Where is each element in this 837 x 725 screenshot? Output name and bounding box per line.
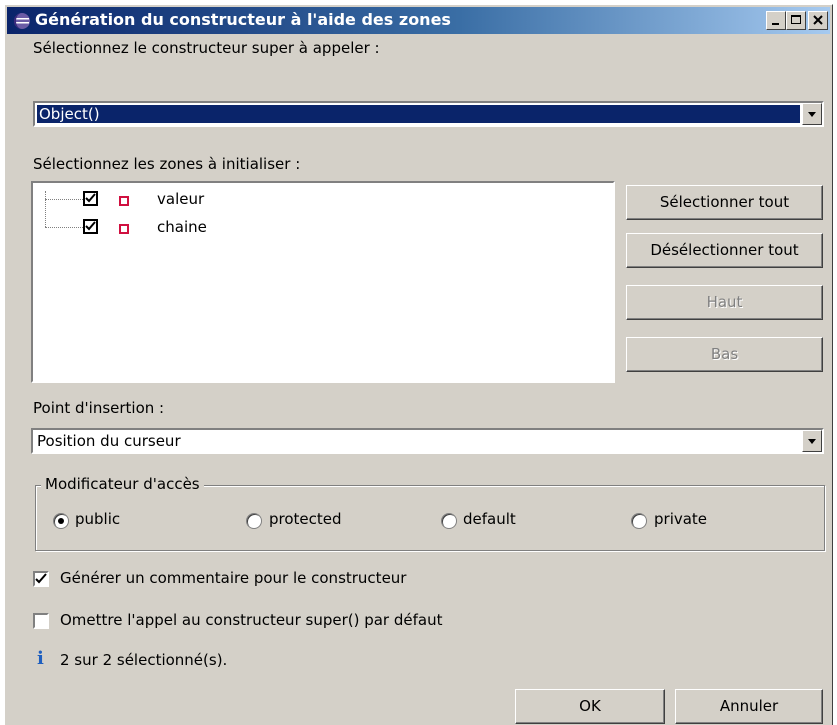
minimize-icon — [772, 23, 779, 25]
radio-protected[interactable] — [246, 513, 262, 529]
field-checkbox[interactable] — [83, 191, 98, 206]
radio-label-private[interactable]: private — [654, 510, 707, 528]
check-icon — [35, 573, 47, 584]
radio-label-public[interactable]: public — [75, 510, 120, 528]
cancel-button[interactable]: Annuler — [675, 689, 823, 724]
move-down-button[interactable]: Bas — [626, 337, 823, 372]
omit-super-checkbox[interactable] — [33, 613, 49, 629]
radio-private[interactable] — [631, 513, 647, 529]
tree-item[interactable]: chaine — [33, 215, 333, 237]
close-icon — [813, 15, 823, 25]
fields-label: Sélectionnez les zones à initialiser : — [33, 155, 301, 173]
maximize-button[interactable] — [786, 11, 806, 30]
ok-button[interactable]: OK — [515, 689, 665, 724]
radio-label-protected[interactable]: protected — [269, 510, 342, 528]
super-constructor-value: Object() — [37, 105, 800, 123]
field-checkbox[interactable] — [83, 219, 98, 234]
tree-connector — [45, 227, 83, 228]
field-icon — [119, 224, 129, 234]
close-button[interactable] — [808, 11, 828, 30]
minimize-button[interactable] — [766, 11, 786, 30]
info-icon: i — [37, 648, 44, 669]
radio-default[interactable] — [441, 513, 457, 529]
move-up-button[interactable]: Haut — [626, 285, 823, 320]
tree-connector — [45, 199, 83, 200]
maximize-icon — [791, 15, 801, 24]
title-bar[interactable]: Génération du constructeur à l'aide des … — [7, 7, 830, 34]
omit-super-label[interactable]: Omettre l'appel au constructeur super() … — [60, 611, 442, 629]
radio-label-default[interactable]: default — [463, 510, 516, 528]
dialog-window: Génération du constructeur à l'aide des … — [4, 4, 833, 725]
eclipse-app-icon — [13, 12, 31, 30]
radio-public[interactable] — [53, 513, 69, 529]
field-name: chaine — [157, 218, 207, 236]
fields-tree[interactable]: valeur chaine — [31, 181, 615, 383]
super-constructor-select[interactable]: Object() — [33, 101, 824, 127]
field-icon — [119, 196, 129, 206]
window-title: Génération du constructeur à l'aide des … — [35, 10, 451, 29]
chevron-down-icon[interactable] — [802, 430, 822, 452]
selection-status: 2 sur 2 sélectionné(s). — [60, 651, 228, 669]
tree-item[interactable]: valeur — [33, 189, 333, 211]
insertion-point-label: Point d'insertion : — [33, 399, 165, 417]
field-name: valeur — [157, 190, 205, 208]
insertion-point-value: Position du curseur — [37, 432, 181, 450]
deselect-all-button[interactable]: Désélectionner tout — [626, 233, 823, 268]
insertion-point-select[interactable]: Position du curseur — [31, 428, 824, 454]
check-icon — [85, 221, 96, 231]
generate-comment-label[interactable]: Générer un commentaire pour le construct… — [60, 569, 406, 587]
chevron-down-icon[interactable] — [802, 103, 822, 125]
super-constructor-label: Sélectionnez le constructeur super à app… — [33, 39, 380, 57]
generate-comment-checkbox[interactable] — [33, 571, 49, 587]
check-icon — [85, 193, 96, 203]
access-modifier-title: Modificateur d'accès — [41, 475, 204, 493]
select-all-button[interactable]: Sélectionner tout — [626, 185, 823, 220]
